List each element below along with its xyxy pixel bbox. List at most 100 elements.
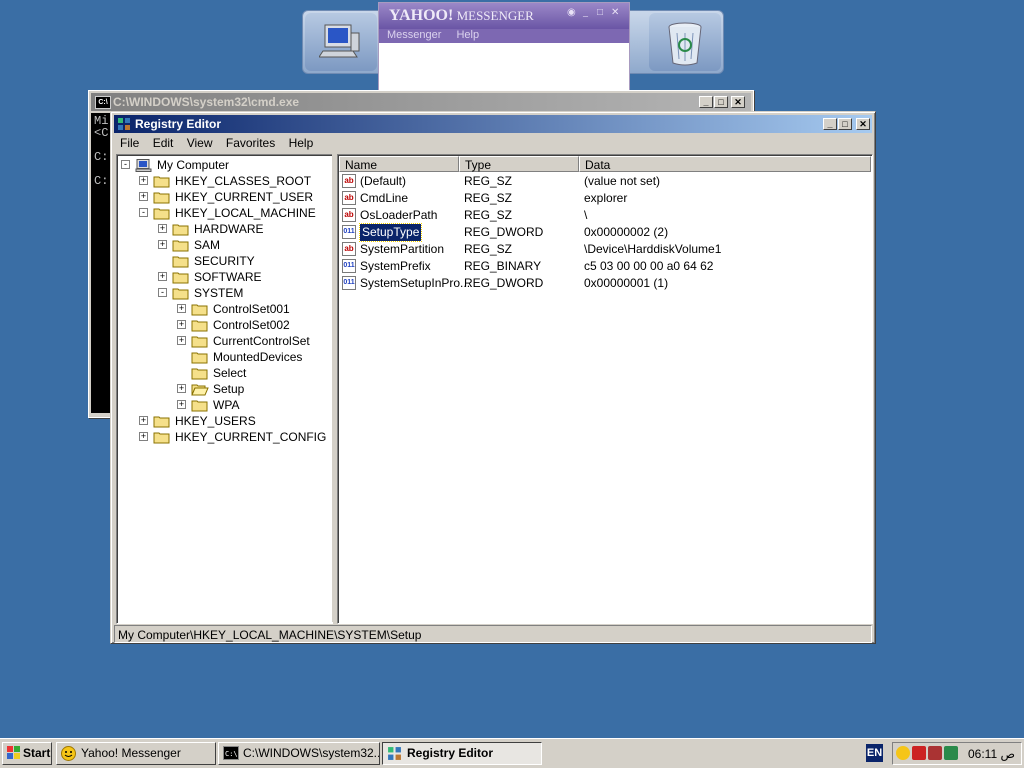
yahoo-tray-icon[interactable] — [896, 746, 910, 760]
tree-node-label: MountedDevices — [213, 350, 303, 364]
taskbar-button-cmd[interactable]: C:\ C:\WINDOWS\system32... — [218, 742, 380, 765]
close-icon[interactable]: ✕ — [611, 7, 619, 18]
close-button[interactable]: ✕ — [856, 118, 870, 130]
folder-icon — [172, 223, 190, 240]
cmd-icon: C:\ — [95, 96, 111, 109]
regedit-icon — [387, 746, 402, 764]
folder-icon — [172, 271, 190, 288]
start-label: Start — [23, 746, 51, 760]
menu-help[interactable]: Help — [285, 134, 318, 152]
yahoo-menu-help[interactable]: Help — [456, 29, 479, 41]
maximize-button[interactable]: □ — [714, 96, 728, 108]
column-header-data[interactable]: Data — [579, 156, 871, 172]
yahoo-status-icon[interactable]: ◉ — [567, 7, 576, 18]
maximize-button[interactable]: □ — [838, 118, 852, 130]
expand-icon[interactable]: + — [177, 384, 186, 393]
expand-icon[interactable]: + — [158, 272, 167, 281]
string-value-icon: ab — [342, 174, 356, 188]
shield-icon[interactable] — [912, 746, 926, 760]
tree-node-label: SAM — [194, 238, 221, 252]
yahoo-messenger-window[interactable]: YAHOO! MESSENGER ◉ _ □ ✕ Messenger Help — [378, 2, 630, 94]
menu-edit[interactable]: Edit — [149, 134, 178, 152]
expand-icon[interactable]: + — [177, 400, 186, 409]
computer-icon[interactable] — [305, 13, 377, 71]
minimize-button[interactable]: _ — [699, 96, 713, 108]
menu-file[interactable]: File — [116, 134, 143, 152]
expand-icon[interactable]: + — [177, 320, 186, 329]
folder-icon — [153, 431, 171, 448]
expand-icon[interactable]: + — [177, 304, 186, 313]
column-header-name[interactable]: Name — [339, 156, 459, 172]
value-name: SystemPartition — [360, 242, 445, 256]
console-line: C: — [94, 150, 109, 164]
tree-node-label: HKEY_LOCAL_MACHINE — [175, 206, 316, 220]
value-row[interactable]: 011 SystemPrefix REG_BINARY c5 03 00 00 00 … — [340, 258, 870, 275]
computer-icon — [135, 159, 153, 176]
folder-icon — [172, 287, 190, 304]
taskbar-label: Yahoo! Messenger — [81, 746, 181, 760]
menu-view[interactable]: View — [183, 134, 217, 152]
taskbar-button-yahoo[interactable]: Yahoo! Messenger — [56, 742, 216, 765]
value-row[interactable]: 011 SystemSetupInPro... REG_DWORD 0x0000000… — [340, 275, 870, 292]
open-folder-icon — [191, 383, 209, 400]
value-name: OsLoaderPath — [360, 208, 438, 222]
console-line: C: — [94, 174, 109, 188]
expand-icon[interactable]: + — [139, 192, 148, 201]
registry-tree[interactable]: - My Computer + HKEY_CLASSES_ROOT + HKEY_CURR… — [116, 154, 333, 624]
binary-value-icon: 011 — [342, 276, 356, 290]
folder-icon — [191, 319, 209, 336]
system-tray: 06:11 ص — [892, 742, 1022, 765]
recycle-bin-icon[interactable] — [649, 13, 721, 71]
expand-icon[interactable]: + — [177, 336, 186, 345]
tree-node-label: HKEY_USERS — [175, 414, 256, 428]
value-row[interactable]: ab SystemPartition REG_SZ \Device\HarddiskV… — [340, 241, 870, 258]
language-indicator[interactable]: EN — [866, 744, 883, 762]
registry-editor-window[interactable]: Registry Editor _ □ ✕ File Edit View Fav… — [110, 111, 876, 644]
clock[interactable]: 06:11 ص — [968, 743, 1015, 765]
value-type: REG_DWORD — [464, 276, 544, 290]
value-row[interactable]: ab OsLoaderPath REG_SZ \ — [340, 207, 870, 224]
regedit-title-bar[interactable]: Registry Editor _ □ ✕ — [114, 115, 872, 133]
value-data: explorer — [584, 191, 628, 205]
folder-icon — [191, 351, 209, 368]
cmd-title-bar[interactable]: C:\ C:\WINDOWS\system32\cmd.exe _ □ ✕ — [91, 93, 751, 111]
network-icon[interactable] — [944, 746, 958, 760]
yahoo-title-bar[interactable]: YAHOO! MESSENGER ◉ _ □ ✕ — [379, 3, 629, 29]
value-row[interactable]: 011 SetupType REG_DWORD 0x00000002 (2) — [340, 223, 870, 242]
minimize-icon[interactable]: _ — [583, 7, 588, 18]
folder-icon — [172, 255, 190, 272]
minimize-button[interactable]: _ — [823, 118, 837, 130]
antivirus-icon[interactable] — [928, 746, 942, 760]
column-header-type[interactable]: Type — [459, 156, 579, 172]
pane-splitter[interactable] — [332, 154, 336, 622]
expand-icon[interactable]: + — [139, 432, 148, 441]
expand-icon[interactable]: + — [139, 416, 148, 425]
taskbar-button-regedit[interactable]: Registry Editor — [382, 742, 542, 765]
menu-favorites[interactable]: Favorites — [222, 134, 279, 152]
collapse-icon[interactable]: - — [139, 208, 148, 217]
yahoo-logo: YAHOO! — [389, 7, 454, 24]
collapse-icon[interactable]: - — [121, 160, 130, 169]
close-button[interactable]: ✕ — [731, 96, 745, 108]
value-row[interactable]: ab (Default) REG_SZ (value not set) — [340, 173, 870, 190]
collapse-icon[interactable]: - — [158, 288, 167, 297]
folder-icon — [153, 415, 171, 432]
yahoo-title: MESSENGER — [456, 8, 534, 23]
string-value-icon: ab — [342, 242, 356, 256]
regedit-menu-bar: File Edit View Favorites Help — [114, 134, 872, 152]
value-name: SetupType — [358, 223, 423, 242]
expand-icon[interactable]: + — [158, 224, 167, 233]
yahoo-menu-messenger[interactable]: Messenger — [387, 29, 441, 41]
string-value-icon: ab — [342, 191, 356, 205]
value-row[interactable]: ab CmdLine REG_SZ explorer — [340, 190, 870, 207]
tree-node-label: Setup — [213, 382, 245, 396]
start-button[interactable]: Start — [2, 742, 52, 765]
maximize-icon[interactable]: □ — [597, 7, 603, 18]
value-data: c5 03 00 00 00 a0 64 62 — [584, 259, 714, 273]
tree-node-label: ControlSet002 — [213, 318, 290, 332]
values-list[interactable]: Name Type Data ab (Default) REG_SZ (value n… — [337, 154, 873, 624]
value-type: REG_SZ — [464, 174, 513, 188]
value-name: SystemSetupInPro... — [360, 276, 471, 290]
expand-icon[interactable]: + — [158, 240, 167, 249]
expand-icon[interactable]: + — [139, 176, 148, 185]
